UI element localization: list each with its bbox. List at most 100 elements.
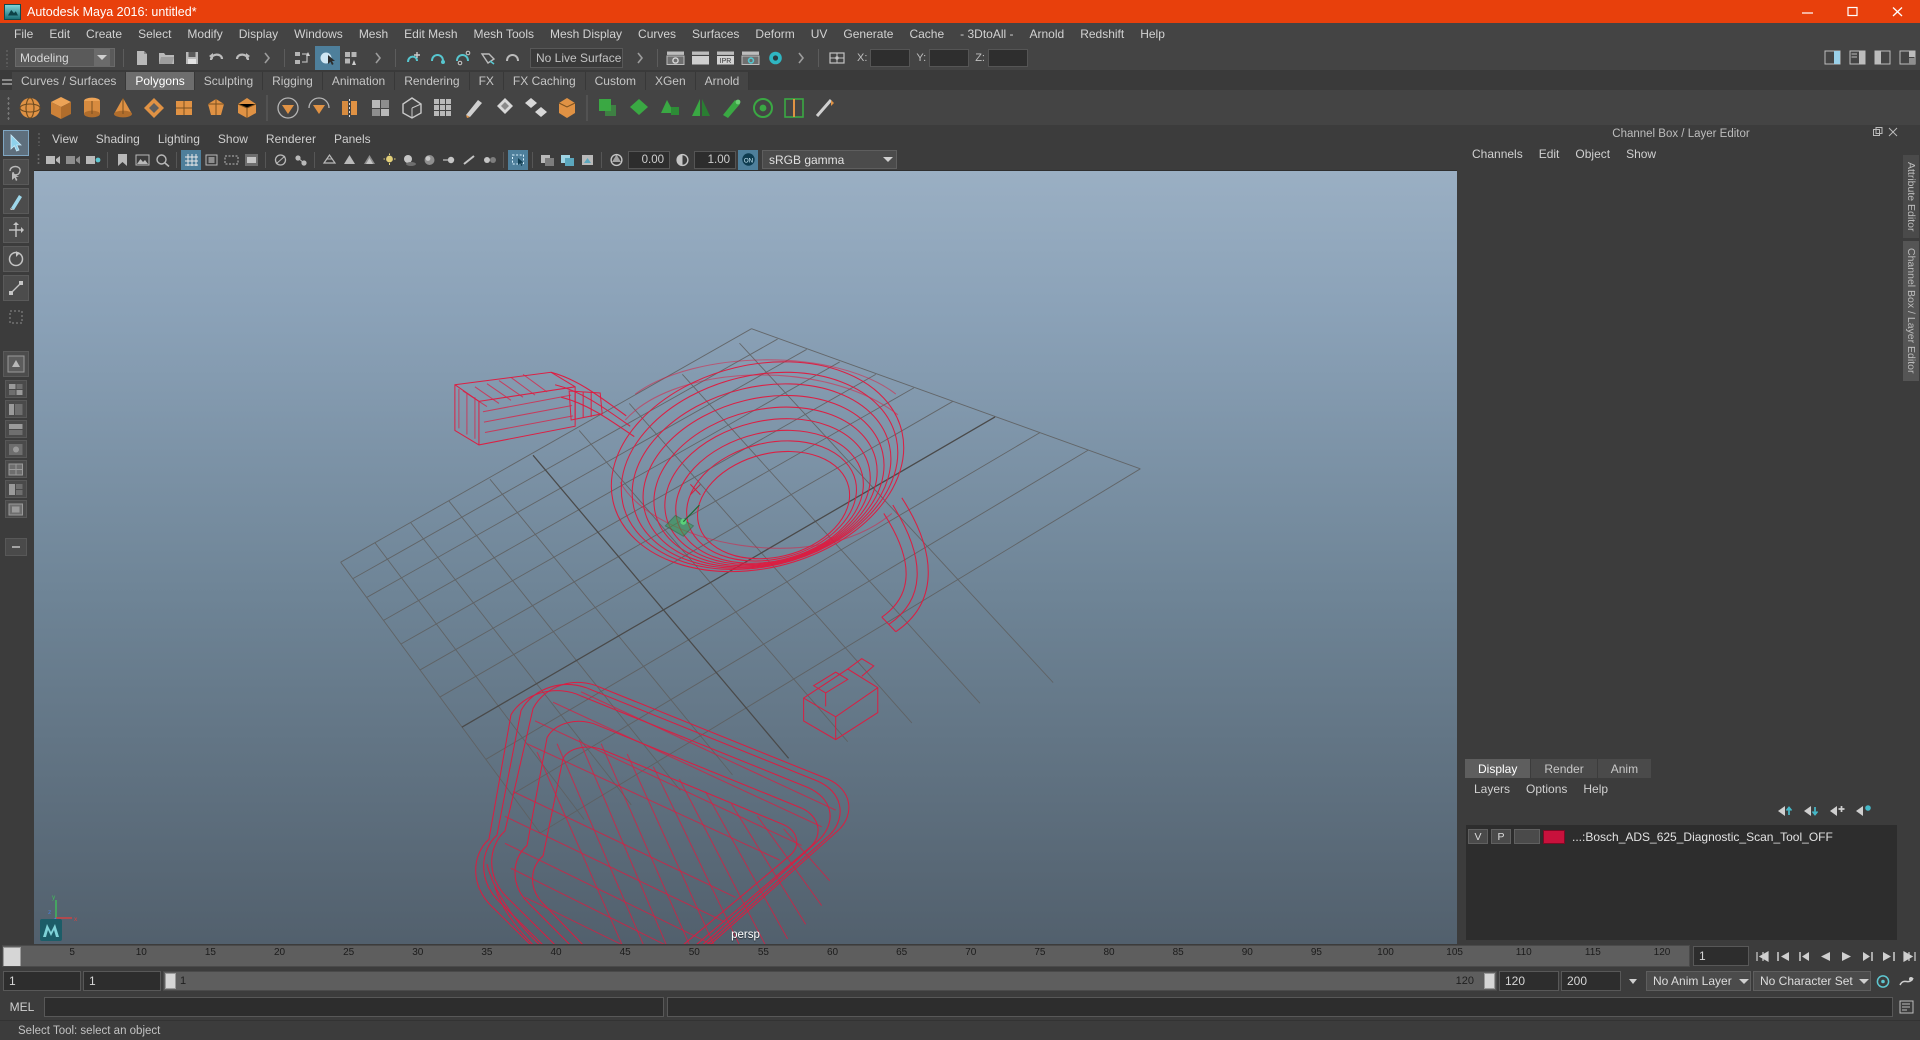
save-scene-icon[interactable] — [179, 46, 204, 70]
wireframe-icon[interactable] — [319, 150, 339, 170]
close-panel-icon[interactable] — [1888, 127, 1898, 137]
xray-mode-icon[interactable] — [537, 150, 557, 170]
command-output-field[interactable] — [667, 997, 1893, 1017]
layout-persp-uv-editor-icon[interactable] — [4, 460, 27, 478]
step-back-key-icon[interactable] — [1794, 946, 1815, 967]
boolean-difference-icon[interactable] — [592, 92, 623, 123]
combine-icon[interactable] — [365, 92, 396, 123]
render-current-frame-icon[interactable] — [663, 46, 688, 70]
quad-draw-icon[interactable] — [716, 92, 747, 123]
layout-four-view-icon[interactable] — [4, 380, 27, 398]
live-surface-field[interactable]: No Live Surface — [530, 47, 623, 68]
channel-box-menu-channels[interactable]: Channels — [1464, 146, 1531, 162]
menu-mesh-tools[interactable]: Mesh Tools — [466, 25, 542, 43]
layout-hypershade-persp-icon[interactable] — [4, 440, 27, 458]
layer-menu-options[interactable]: Options — [1518, 781, 1575, 797]
polygon-sphere-icon[interactable] — [14, 92, 45, 123]
channel-box-menu-edit[interactable]: Edit — [1531, 146, 1568, 162]
layer-visibility-toggle[interactable]: V — [1468, 829, 1488, 844]
float-panel-icon[interactable] — [1873, 127, 1883, 137]
polygon-cylinder-icon[interactable] — [76, 92, 107, 123]
channel-box-content[interactable] — [1460, 165, 1902, 757]
layer-tab-render[interactable]: Render — [1531, 759, 1597, 778]
scale-tool[interactable] — [2, 275, 29, 301]
color-management-icon[interactable]: ON — [738, 149, 758, 170]
play-forwards-icon[interactable] — [1836, 946, 1857, 967]
smooth-icon[interactable] — [654, 92, 685, 123]
shelf-tab-animation[interactable]: Animation — [322, 72, 396, 90]
color-management-selector[interactable]: sRGB gamma — [762, 150, 897, 169]
menu-uv[interactable]: UV — [803, 25, 836, 43]
grid-toggle-icon[interactable] — [181, 149, 201, 170]
shelf-grip[interactable] — [2, 92, 14, 124]
current-frame-field[interactable]: 1 — [1693, 946, 1749, 966]
redo-previous-render-icon[interactable] — [688, 46, 713, 70]
menu-set-selector[interactable]: Modeling — [15, 48, 115, 67]
status-line-grip[interactable] — [2, 47, 12, 69]
side-tab-channel-box-layer-editor[interactable]: Channel Box / Layer Editor — [1903, 241, 1919, 381]
menu-deform[interactable]: Deform — [747, 25, 802, 43]
menu-modify[interactable]: Modify — [179, 25, 230, 43]
layer-tab-display[interactable]: Display — [1465, 759, 1531, 778]
range-end-grip[interactable] — [1484, 973, 1495, 989]
smooth-shade-all-icon[interactable] — [339, 150, 359, 170]
select-by-component-icon[interactable] — [340, 46, 365, 70]
layer-name[interactable]: ...:Bosch_ADS_625_Diagnostic_Scan_Tool_O… — [1572, 830, 1833, 844]
polygon-platonic-icon[interactable] — [231, 92, 262, 123]
menu-generate[interactable]: Generate — [835, 25, 901, 43]
display-shaded-icon[interactable] — [577, 150, 597, 170]
layout-persp-outliner-icon[interactable] — [4, 400, 27, 418]
smooth-shade-textured-icon[interactable] — [359, 150, 379, 170]
status-line-expand-4-icon[interactable] — [788, 46, 813, 70]
coord-z-field[interactable] — [987, 48, 1028, 67]
range-end-time-field[interactable]: 120 — [1499, 971, 1559, 991]
camera-attributes-icon[interactable] — [83, 150, 103, 170]
menu-redshift[interactable]: Redshift — [1072, 25, 1132, 43]
anim-layer-selector[interactable]: No Anim Layer — [1646, 971, 1751, 991]
move-layer-up-icon[interactable] — [1777, 804, 1794, 818]
go-to-start-icon[interactable] — [1752, 946, 1773, 967]
render-settings-icon[interactable] — [738, 46, 763, 70]
command-input-field[interactable] — [44, 997, 664, 1017]
menu-edit[interactable]: Edit — [41, 25, 78, 43]
xray-toggle-icon[interactable] — [270, 150, 290, 170]
status-line-expand-3-icon[interactable] — [627, 46, 652, 70]
depth-of-field-icon[interactable] — [479, 150, 499, 170]
rotate-tool[interactable] — [2, 246, 29, 272]
bevel-icon[interactable] — [489, 92, 520, 123]
animation-preferences-icon[interactable] — [1896, 971, 1917, 992]
shadows-icon[interactable] — [399, 150, 419, 170]
menu-arnold[interactable]: Arnold — [1022, 25, 1073, 43]
input-output-connections-icon[interactable] — [824, 46, 849, 70]
layer-list[interactable]: V P ...:Bosch_ADS_625_Diagnostic_Scan_To… — [1466, 825, 1897, 940]
play-backwards-icon[interactable] — [1815, 946, 1836, 967]
sculpt-tool-icon[interactable] — [809, 92, 840, 123]
script-editor-icon[interactable] — [1896, 997, 1917, 1018]
viewport-menu-renderer[interactable]: Renderer — [257, 131, 325, 147]
insert-edge-loop-icon[interactable] — [778, 92, 809, 123]
redo-icon[interactable] — [229, 46, 254, 70]
step-back-frame-icon[interactable] — [1773, 946, 1794, 967]
move-layer-down-icon[interactable] — [1803, 804, 1820, 818]
layer-playback-toggle[interactable]: P — [1491, 829, 1511, 844]
new-layer-icon[interactable] — [1829, 804, 1846, 818]
shelf-tab-curves-surfaces[interactable]: Curves / Surfaces — [12, 72, 127, 90]
coord-y-field[interactable] — [929, 48, 970, 67]
select-by-object-icon[interactable] — [315, 45, 340, 70]
menu-3dtoall[interactable]: - 3DtoAll - — [952, 25, 1021, 43]
range-start-time-field[interactable]: 1 — [83, 971, 161, 991]
display-textures-icon[interactable] — [557, 150, 577, 170]
shelf-tab-menu-icon[interactable] — [2, 70, 12, 90]
step-forward-key-icon[interactable] — [1857, 946, 1878, 967]
use-all-lights-icon[interactable] — [379, 150, 399, 170]
shelf-tab-fx-caching[interactable]: FX Caching — [503, 72, 586, 90]
boolean-union-icon[interactable] — [427, 92, 458, 123]
character-set-selector[interactable]: No Character Set — [1753, 971, 1871, 991]
snap-to-grid-icon[interactable] — [401, 46, 426, 70]
polygon-torus-icon[interactable] — [138, 92, 169, 123]
menu-edit-mesh[interactable]: Edit Mesh — [396, 25, 465, 43]
layer-color-swatch[interactable] — [1543, 829, 1565, 844]
shelf-tab-fx[interactable]: FX — [469, 72, 504, 90]
show-hide-attribute-editor-icon[interactable] — [1845, 46, 1870, 70]
polygon-cone-icon[interactable] — [107, 92, 138, 123]
